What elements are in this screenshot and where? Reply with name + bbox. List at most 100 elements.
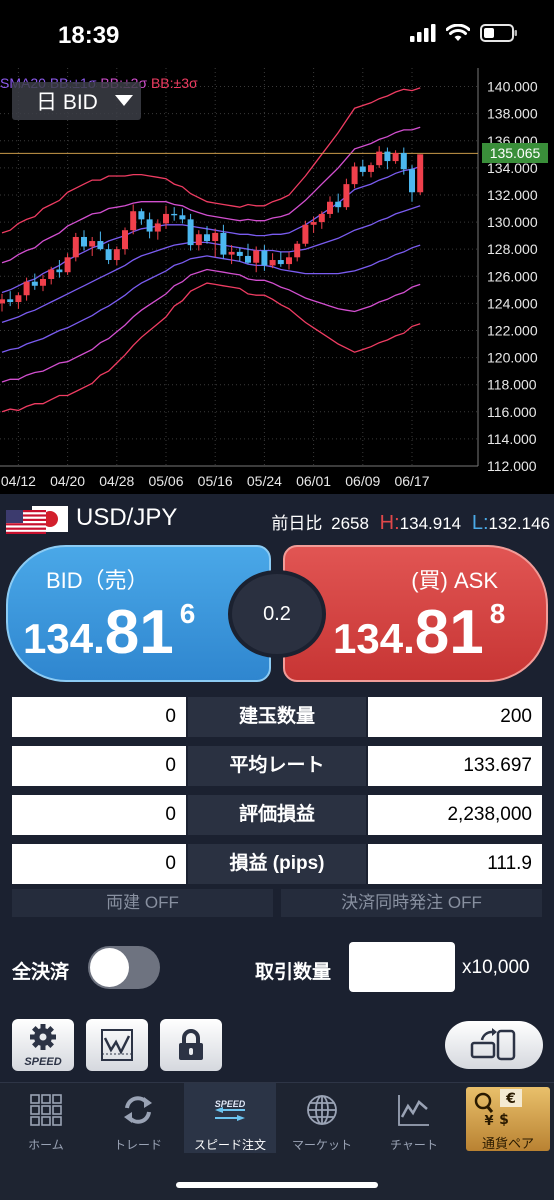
svg-text:SPEED: SPEED bbox=[215, 1099, 246, 1109]
high-label: H: bbox=[379, 512, 400, 534]
y-tick-label: 132.000 bbox=[487, 187, 538, 203]
speed-arrows-icon: SPEED bbox=[215, 1099, 246, 1121]
candle-body bbox=[245, 255, 251, 263]
ask-price-small: 8 bbox=[489, 598, 506, 629]
home-indicator bbox=[176, 1182, 378, 1188]
tab-currency-pair-label: 通貨ペア bbox=[481, 1136, 534, 1151]
tab-trade[interactable]: トレード bbox=[92, 1083, 184, 1153]
candle-body bbox=[56, 269, 63, 273]
candle-body bbox=[228, 251, 235, 255]
refresh-arrows-icon bbox=[124, 1096, 152, 1124]
candle-body bbox=[97, 241, 104, 250]
speed-label: SPEED bbox=[24, 1056, 61, 1068]
bid-price-big: 81 bbox=[104, 598, 174, 667]
candle-body bbox=[122, 230, 128, 250]
speed-gear-icon: SPEED bbox=[24, 1024, 62, 1068]
candle-body bbox=[327, 201, 333, 214]
candle-body bbox=[48, 269, 55, 279]
ask-label: (買) ASK bbox=[411, 568, 498, 593]
y-tick-label: 140.000 bbox=[487, 79, 538, 95]
candle-body bbox=[253, 250, 260, 263]
tab-chart[interactable]: チャート bbox=[368, 1083, 460, 1153]
buy-average-rate: 133.697 bbox=[368, 746, 542, 786]
candle-body bbox=[113, 249, 120, 261]
quantity-label: 取引数量 bbox=[255, 962, 332, 983]
timeframe-label: 日 BID bbox=[36, 91, 98, 114]
candle-body bbox=[409, 169, 415, 193]
tab-home-label: ホーム bbox=[28, 1138, 64, 1152]
row-label: 損益 (pips) bbox=[188, 844, 366, 884]
low-value: 132.146 bbox=[488, 514, 550, 533]
x-tick-label: 05/16 bbox=[198, 473, 233, 489]
sell-pips: 0 bbox=[12, 844, 186, 884]
grid-icon bbox=[30, 1094, 62, 1126]
candle-body bbox=[392, 152, 399, 162]
current-price-tag: 135.065 bbox=[482, 143, 548, 164]
candle-body bbox=[310, 222, 317, 225]
lock-button[interactable] bbox=[160, 1019, 222, 1071]
y-tick-label: 116.000 bbox=[487, 404, 537, 420]
price-chart[interactable]: 140.000 138.000 136.000 134.000 132.000 130.0… bbox=[0, 68, 554, 494]
candle-body bbox=[154, 223, 161, 232]
candle-body bbox=[376, 151, 383, 166]
position-row-valuation: 0 評価損益 2,238,000 bbox=[12, 795, 542, 835]
settle-order-toggle-button[interactable]: 決済同時発注 OFF bbox=[281, 889, 542, 917]
candle-body bbox=[277, 260, 284, 265]
bid-price: 134.81 6 bbox=[23, 597, 195, 668]
row-label: 建玉数量 bbox=[188, 697, 366, 737]
y-tick-label: 118.000 bbox=[487, 377, 537, 393]
candle-body bbox=[220, 232, 227, 255]
candle-body bbox=[31, 281, 38, 286]
svg-text:¥: ¥ bbox=[484, 1114, 493, 1129]
candle-body bbox=[359, 166, 366, 172]
candle-body bbox=[187, 219, 194, 246]
y-tick-label: 120.000 bbox=[487, 350, 538, 366]
spread-badge: 0.2 bbox=[228, 570, 326, 658]
chart-settings-button[interactable] bbox=[86, 1019, 148, 1071]
tab-market[interactable]: マーケット bbox=[276, 1083, 368, 1153]
timeframe-selector[interactable]: 日 BID bbox=[12, 82, 141, 120]
candle-body bbox=[417, 154, 424, 193]
hedge-toggle-button[interactable]: 両建 OFF bbox=[12, 889, 273, 917]
close-all-toggle[interactable] bbox=[88, 946, 160, 989]
caret-down-icon bbox=[115, 95, 133, 106]
bb-2sigma-line bbox=[1, 268, 421, 383]
tab-currency-pair[interactable]: € $ ¥ 通貨ペア bbox=[466, 1087, 550, 1151]
candle-body bbox=[81, 236, 87, 247]
currency-pair-row: USD/JPY 前日比 2658 H:134.914 L:132.146 bbox=[0, 494, 554, 544]
globe-icon bbox=[307, 1095, 337, 1125]
candle-body bbox=[286, 257, 292, 265]
speed-settings-button[interactable]: SPEED bbox=[12, 1019, 74, 1071]
x-tick-label: 04/28 bbox=[99, 473, 134, 489]
tab-home[interactable]: ホーム bbox=[0, 1083, 92, 1153]
quantity-input[interactable] bbox=[349, 942, 455, 992]
x-tick-label: 05/24 bbox=[247, 473, 282, 489]
candle-body bbox=[64, 257, 71, 273]
rotate-screen-button[interactable] bbox=[445, 1021, 543, 1069]
y-tick-label: 138.000 bbox=[487, 106, 538, 122]
x-tick-label: 04/20 bbox=[50, 473, 85, 489]
sell-average-rate: 0 bbox=[12, 746, 186, 786]
candle-body bbox=[179, 215, 186, 220]
y-tick-label: 114.000 bbox=[487, 431, 537, 447]
battery-icon bbox=[480, 24, 517, 42]
candle-body bbox=[89, 241, 96, 247]
change-label: 前日比 bbox=[271, 514, 323, 533]
status-icons bbox=[410, 24, 518, 42]
us-jp-flag-icon bbox=[6, 506, 68, 534]
candle-body bbox=[351, 166, 358, 185]
ask-price: 134.81 8 bbox=[333, 597, 505, 668]
status-bar: 18:39 bbox=[0, 0, 554, 68]
svg-text:€: € bbox=[505, 1091, 516, 1107]
buy-quantity: 200 bbox=[368, 697, 542, 737]
candle-body bbox=[138, 211, 145, 220]
tab-speed-order-label: スピード注文 bbox=[193, 1138, 266, 1152]
status-time: 18:39 bbox=[58, 22, 120, 49]
candle-body bbox=[40, 278, 46, 286]
speed-order-screen: 18:39 140.000 138.000 136.000 134.000 132.00… bbox=[0, 0, 554, 1200]
candle-body bbox=[318, 213, 325, 223]
y-tick-label: 130.000 bbox=[487, 214, 538, 230]
tab-speed-order[interactable]: SPEED スピード注文 bbox=[184, 1083, 276, 1153]
chart-canvas: 140.000138.000136.000134.000132.000130.0… bbox=[0, 68, 538, 489]
y-tick-label: 112.000 bbox=[487, 458, 537, 474]
